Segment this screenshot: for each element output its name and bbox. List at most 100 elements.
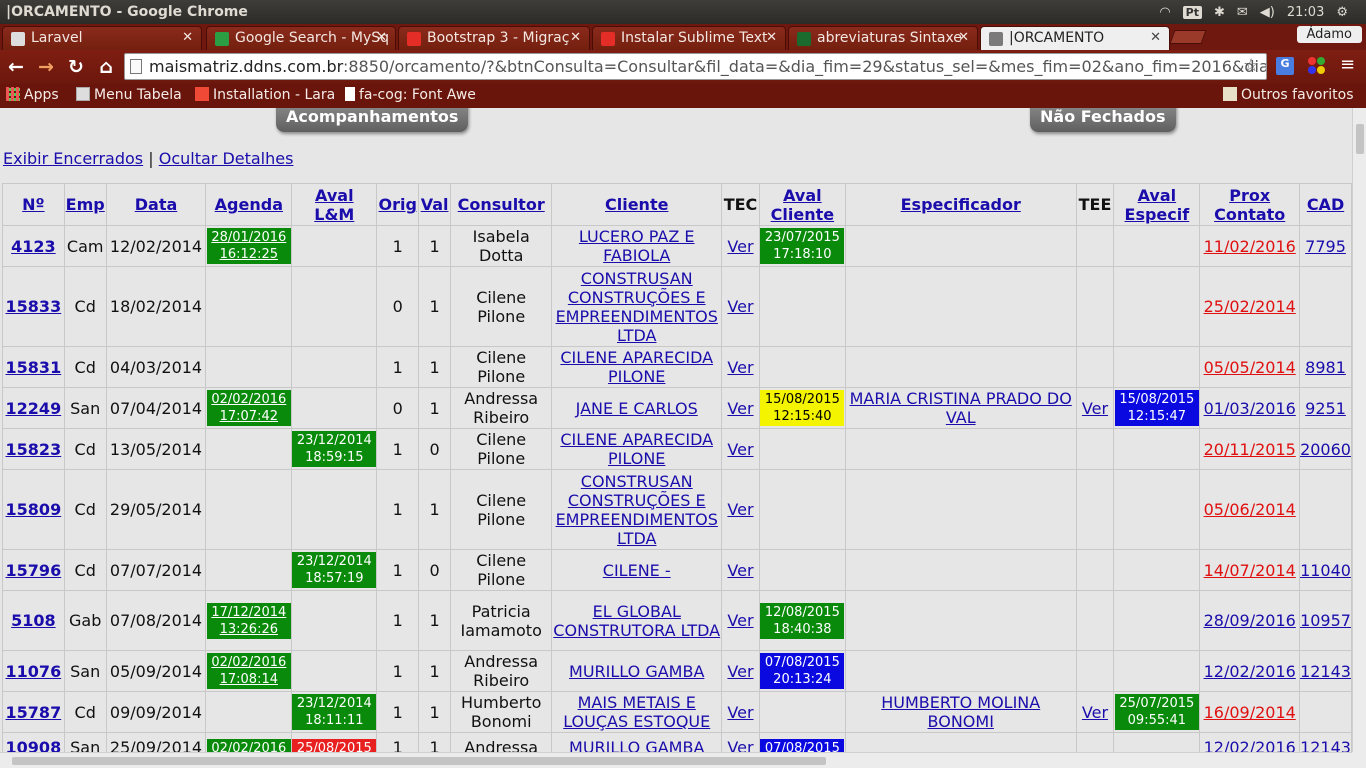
horizontal-scroll-thumb[interactable] [12, 757, 826, 765]
cell-prox-contato-link[interactable]: 14/07/2014 [1204, 561, 1296, 580]
col-consultor[interactable]: Consultor [450, 183, 553, 226]
col-aval-cliente[interactable]: Aval Cliente [758, 183, 846, 226]
cell-prox-contato-link[interactable]: 01/03/2016 [1204, 399, 1296, 418]
col-agenda[interactable]: Agenda [205, 183, 293, 226]
cell-prox-contato-link[interactable]: 11/02/2016 [1204, 237, 1296, 256]
cell-cliente-link[interactable]: MURILLO GAMBA [569, 662, 704, 681]
col-cad[interactable]: CAD [1299, 183, 1352, 226]
cell-cad-link[interactable]: 11040 [1300, 561, 1351, 580]
cell-prox-contato-link[interactable]: 20/11/2015 [1204, 440, 1296, 459]
cell-agenda-badge[interactable]: 02/02/2016 17:07:42 [206, 390, 291, 426]
cell-cliente-link[interactable]: MURILLO GAMBA [569, 738, 704, 752]
cell-cad-link[interactable]: 10957 [1300, 611, 1351, 630]
cell-tee-link[interactable]: Ver [1082, 399, 1108, 418]
cell-num-link[interactable]: 10908 [6, 738, 62, 752]
ocultar-detalhes-link[interactable]: Ocultar Detalhes [159, 149, 294, 168]
vertical-scrollbar[interactable] [1352, 108, 1366, 752]
tab-3[interactable]: Instalar Sublime Text ✕ [592, 26, 786, 50]
cell-num-link[interactable]: 15796 [6, 561, 62, 580]
cell-num-link[interactable]: 4123 [11, 237, 56, 256]
cell-prox-contato-link[interactable]: 28/09/2016 [1204, 611, 1296, 630]
cell-prox-contato-link[interactable]: 25/02/2014 [1204, 297, 1296, 316]
col-emp[interactable]: Emp [63, 183, 107, 226]
cell-cliente-link[interactable]: CILENE APARECIDA PILONE [560, 430, 713, 468]
address-bar[interactable]: maismatriz.ddns.com.br:8850/orcamento/?&… [124, 53, 1267, 80]
keyboard-layout-badge[interactable]: Pt [1182, 5, 1202, 19]
cell-tec-link[interactable]: Ver [727, 237, 753, 256]
exibir-encerrados-link[interactable]: Exibir Encerrados [3, 149, 143, 168]
cell-cliente-link[interactable]: MAIS METAIS E LOUÇAS ESTOQUE [563, 693, 710, 731]
cell-num-link[interactable]: 15809 [6, 500, 62, 519]
cell-agenda-badge[interactable]: 17/12/2014 13:26:26 [206, 602, 291, 639]
bookmark-star-icon[interactable]: ☆ [1243, 55, 1259, 76]
col-val[interactable]: Val [418, 183, 452, 226]
col-aval-especif[interactable]: Aval Especif [1113, 183, 1201, 226]
col-num[interactable]: Nº [2, 183, 65, 226]
cell-tec-link[interactable]: Ver [727, 297, 753, 316]
bluetooth-icon[interactable]: ✱ [1214, 5, 1225, 20]
cell-tec-link[interactable]: Ver [727, 738, 753, 752]
bookmark-apps[interactable]: Apps [6, 87, 59, 103]
cell-cad-link[interactable]: 8981 [1305, 358, 1346, 377]
tab-5[interactable]: |ORCAMENTO ✕ [980, 26, 1170, 50]
cell-cad-link[interactable]: 7795 [1305, 237, 1346, 256]
volume-icon[interactable]: ◀) [1260, 5, 1275, 20]
nao-fechados-button[interactable]: Não Fechados [1030, 108, 1176, 132]
cell-num-link[interactable]: 5108 [11, 611, 56, 630]
cell-tec-link[interactable]: Ver [727, 611, 753, 630]
cell-especificador-link[interactable]: MARIA CRISTINA PRADO DO VAL [850, 389, 1072, 427]
close-icon[interactable]: ✕ [766, 30, 777, 45]
cell-agenda-badge[interactable]: 02/02/2016 [206, 739, 291, 752]
cell-prox-contato-link[interactable]: 12/02/2016 [1204, 662, 1296, 681]
cell-cliente-link[interactable]: EL GLOBAL CONSTRUTORA LTDA [553, 602, 720, 640]
home-icon[interactable]: ⌂ [92, 56, 120, 78]
close-icon[interactable]: ✕ [376, 30, 387, 45]
cell-agenda-badge[interactable]: 28/01/2016 16:12:25 [206, 228, 291, 264]
profile-button[interactable]: Ádamo [1296, 26, 1362, 43]
tab-4[interactable]: abreviaturas Sintaxe ✕ [788, 26, 978, 50]
col-data[interactable]: Data [105, 183, 207, 226]
cell-tec-link[interactable]: Ver [727, 399, 753, 418]
close-icon[interactable]: ✕ [958, 30, 969, 45]
close-icon[interactable]: ✕ [1150, 30, 1161, 45]
cell-cliente-link[interactable]: CONSTRUSAN CONSTRUÇÕES E EMPREENDIMENTOS… [556, 472, 718, 548]
acompanhamentos-button[interactable]: Acompanhamentos [276, 108, 469, 132]
cell-prox-contato-link[interactable]: 05/06/2014 [1204, 500, 1296, 519]
cell-especificador-link[interactable]: HUMBERTO MOLINA BONOMI [881, 693, 1040, 731]
gear-icon[interactable]: ⚙ [1336, 5, 1348, 20]
cell-tec-link[interactable]: Ver [727, 440, 753, 459]
cell-prox-contato-link[interactable]: 12/02/2016 [1204, 738, 1296, 752]
cell-cad-link[interactable]: 9251 [1305, 399, 1346, 418]
cell-tec-link[interactable]: Ver [727, 703, 753, 722]
vertical-scroll-thumb[interactable] [1356, 124, 1364, 154]
cell-cliente-link[interactable]: JANE E CARLOS [576, 399, 698, 418]
close-icon[interactable]: ✕ [570, 30, 581, 45]
clock[interactable]: 21:03 [1287, 5, 1324, 20]
col-prox-contato[interactable]: Prox Contato [1199, 183, 1301, 226]
cell-cliente-link[interactable]: CONSTRUSAN CONSTRUÇÕES E EMPREENDIMENTOS… [556, 269, 718, 345]
cell-cliente-link[interactable]: LUCERO PAZ E FABIOLA [579, 227, 695, 265]
cell-prox-contato-link[interactable]: 16/09/2014 [1204, 703, 1296, 722]
tab-2[interactable]: Bootstrap 3 - Migraç ✕ [398, 26, 590, 50]
cell-tec-link[interactable]: Ver [727, 662, 753, 681]
mail-icon[interactable]: ✉ [1237, 5, 1248, 20]
cell-num-link[interactable]: 15833 [6, 297, 62, 316]
col-cliente[interactable]: Cliente [551, 183, 723, 226]
col-aval-lm[interactable]: Aval L&M [291, 183, 378, 226]
cell-tee-link[interactable]: Ver [1082, 703, 1108, 722]
cell-num-link[interactable]: 12249 [6, 399, 62, 418]
cell-cliente-link[interactable]: CILENE APARECIDA PILONE [560, 348, 713, 386]
bookmark-installation[interactable]: Installation - Lara [195, 87, 335, 103]
horizontal-scrollbar[interactable] [0, 752, 1352, 768]
tab-0[interactable]: Laravel ✕ [2, 26, 202, 50]
cell-cad-link[interactable]: 20060 [1300, 440, 1351, 459]
new-tab-button[interactable] [1169, 30, 1207, 44]
cell-num-link[interactable]: 15823 [6, 440, 62, 459]
cell-cad-link[interactable]: 12143 [1300, 738, 1351, 752]
cell-tec-link[interactable]: Ver [727, 561, 753, 580]
tab-1[interactable]: Google Search - MySq ✕ [206, 26, 396, 50]
bookmark-other[interactable]: Outros favoritos [1223, 87, 1354, 103]
col-orig[interactable]: Orig [376, 183, 420, 226]
bookmark-fa-cog[interactable]: fa-cog: Font Awe [345, 87, 476, 103]
cell-num-link[interactable]: 11076 [6, 662, 62, 681]
